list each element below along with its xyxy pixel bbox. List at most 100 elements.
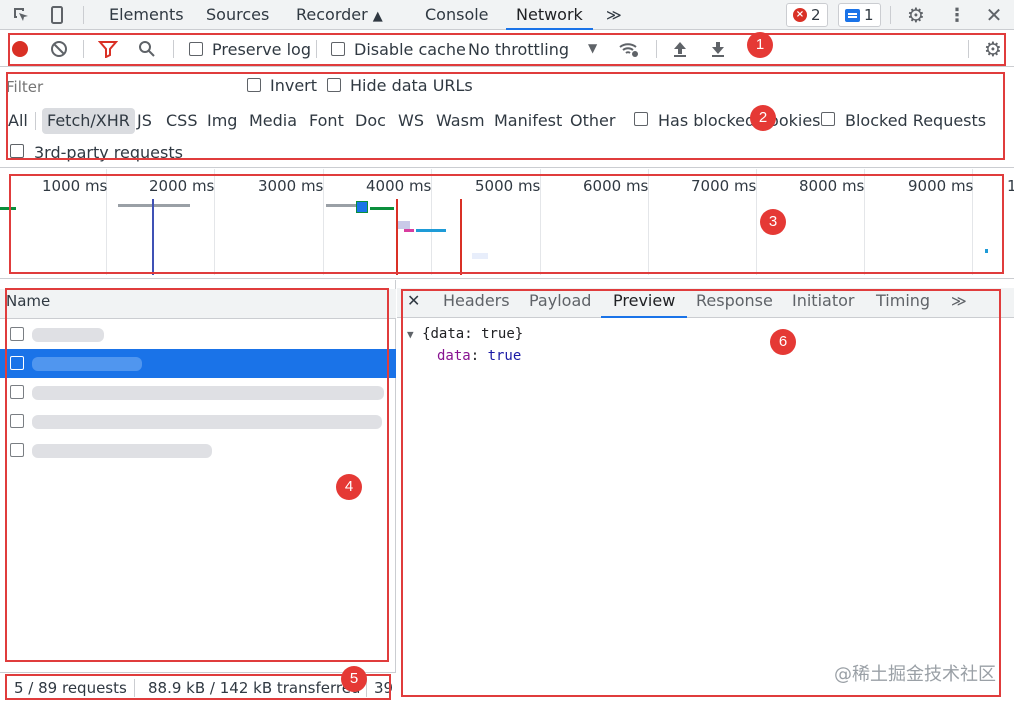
third-party-label: 3rd-party requests — [34, 143, 183, 162]
overview-bar — [0, 207, 16, 210]
message-counter[interactable]: 1 — [838, 3, 881, 27]
overview-tick: 9000 ms — [908, 177, 974, 195]
network-toolbar: Preserve log Disable cache No throttling… — [0, 31, 1014, 67]
filter-type-wasm[interactable]: Wasm — [431, 108, 490, 134]
network-settings-gear-icon[interactable]: ⚙ — [982, 37, 1004, 61]
more-detail-tabs-icon[interactable]: ≫ — [951, 288, 967, 318]
blocked-requests-checkbox[interactable] — [821, 112, 835, 126]
request-checkbox[interactable] — [10, 327, 24, 341]
resources-size: 39 — [374, 679, 394, 697]
third-party-checkbox[interactable] — [10, 144, 24, 158]
more-options-icon[interactable]: ⋮ — [946, 4, 968, 26]
redacted-request-name — [32, 357, 142, 371]
request-list: Name — [0, 280, 396, 672]
filter-type-manifest[interactable]: Manifest — [489, 108, 567, 134]
filter-funnel-icon[interactable] — [97, 38, 119, 60]
request-row[interactable] — [0, 320, 396, 349]
clear-icon[interactable] — [48, 38, 70, 60]
request-row-selected[interactable] — [0, 349, 396, 378]
overview-tick: 5000 ms — [475, 177, 541, 195]
tab-elements[interactable]: Elements — [109, 0, 184, 30]
overview-bar — [326, 204, 358, 207]
expand-triangle-icon[interactable]: ▼ — [407, 328, 414, 341]
filter-type-doc[interactable]: Doc — [350, 108, 391, 134]
detail-tab-preview[interactable]: Preview — [601, 288, 688, 318]
annotation-number-4: 4 — [336, 474, 362, 500]
invert-label: Invert — [270, 76, 318, 95]
record-icon[interactable] — [9, 38, 31, 60]
filter-type-all[interactable]: All — [3, 108, 33, 134]
filter-input[interactable] — [6, 76, 226, 98]
redacted-request-name — [32, 415, 382, 429]
error-counter[interactable]: × 2 — [786, 3, 828, 27]
overview-tick: 4000 ms — [366, 177, 432, 195]
export-har-icon[interactable] — [707, 38, 729, 60]
chevron-down-icon[interactable]: ▼ — [588, 41, 597, 55]
detail-tab-initiator[interactable]: Initiator — [792, 288, 854, 318]
detail-tab-timing[interactable]: Timing — [876, 288, 930, 318]
detail-tab-response[interactable]: Response — [696, 288, 773, 318]
preserve-log-checkbox[interactable] — [189, 42, 203, 56]
overview-bar — [472, 253, 488, 259]
redacted-request-name — [32, 444, 212, 458]
has-blocked-cookies-checkbox[interactable] — [634, 112, 648, 126]
dom-content-loaded-marker — [152, 199, 154, 275]
annotation-number-6: 6 — [770, 329, 796, 355]
message-count: 1 — [864, 6, 874, 24]
request-row[interactable] — [0, 378, 396, 407]
filter-bar: Invert Hide data URLs All Fetch/XHR JS C… — [0, 68, 1014, 168]
tab-sources[interactable]: Sources — [206, 0, 269, 30]
annotation-number-3: 3 — [760, 209, 786, 235]
filter-type-other[interactable]: Other — [565, 108, 620, 134]
network-overview-timeline[interactable]: 1000 ms 2000 ms 3000 ms 4000 ms 5000 ms … — [0, 169, 1014, 279]
hide-data-urls-checkbox[interactable] — [327, 78, 341, 92]
load-marker — [460, 199, 462, 275]
filter-type-ws[interactable]: WS — [393, 108, 429, 134]
network-conditions-icon[interactable] — [618, 38, 640, 60]
request-checkbox[interactable] — [10, 356, 24, 370]
status-bar: 5 / 89 requests 88.9 kB / 142 kB transfe… — [0, 672, 396, 703]
settings-gear-icon[interactable]: ⚙ — [905, 3, 927, 27]
close-devtools-icon[interactable]: ✕ — [983, 3, 1005, 27]
request-count: 5 / 89 requests — [14, 679, 127, 697]
request-checkbox[interactable] — [10, 443, 24, 457]
filter-type-font[interactable]: Font — [304, 108, 349, 134]
preview-root[interactable]: ▼ {data: true} — [407, 326, 523, 342]
close-detail-icon[interactable]: ✕ — [407, 288, 420, 318]
detail-tab-payload[interactable]: Payload — [529, 288, 591, 318]
name-column-header[interactable]: Name — [0, 289, 396, 319]
filter-type-fetch-xhr[interactable]: Fetch/XHR — [42, 108, 135, 134]
annotation-number-2: 2 — [750, 105, 776, 131]
blocked-requests-label: Blocked Requests — [845, 111, 987, 130]
request-row[interactable] — [0, 407, 396, 436]
redacted-request-name — [32, 386, 384, 400]
request-checkbox[interactable] — [10, 385, 24, 399]
device-toggle-icon[interactable] — [46, 4, 68, 26]
filter-type-img[interactable]: Img — [202, 108, 242, 134]
filter-type-media[interactable]: Media — [244, 108, 302, 134]
transferred-size: 88.9 kB / 142 kB transferred — [148, 679, 361, 697]
search-icon[interactable] — [136, 38, 158, 60]
tab-console[interactable]: Console — [425, 0, 489, 30]
detail-tab-bar: ✕ Headers Payload Preview Response Initi… — [397, 288, 1014, 318]
overview-bar — [118, 204, 190, 207]
message-icon — [845, 8, 860, 22]
more-tabs-icon[interactable]: ≫ — [606, 0, 622, 30]
devtools-tab-bar: Elements Sources Recorder ▲ Console Netw… — [0, 0, 1014, 30]
filter-type-js[interactable]: JS — [132, 108, 157, 134]
inspect-element-icon[interactable] — [10, 4, 32, 26]
disable-cache-checkbox[interactable] — [331, 42, 345, 56]
watermark: @稀土掘金技术社区 — [834, 664, 996, 685]
request-checkbox[interactable] — [10, 414, 24, 428]
filter-type-css[interactable]: CSS — [161, 108, 202, 134]
tab-network[interactable]: Network — [506, 0, 593, 30]
request-row[interactable] — [0, 436, 396, 465]
preview-value: true — [487, 348, 522, 364]
preview-key: data — [437, 348, 471, 364]
throttling-select[interactable]: No throttling — [468, 40, 569, 59]
import-har-icon[interactable] — [669, 38, 691, 60]
detail-tab-headers[interactable]: Headers — [443, 288, 510, 318]
invert-checkbox[interactable] — [247, 78, 261, 92]
overview-tick: 8000 ms — [799, 177, 865, 195]
tab-recorder[interactable]: Recorder ▲ — [296, 0, 383, 30]
